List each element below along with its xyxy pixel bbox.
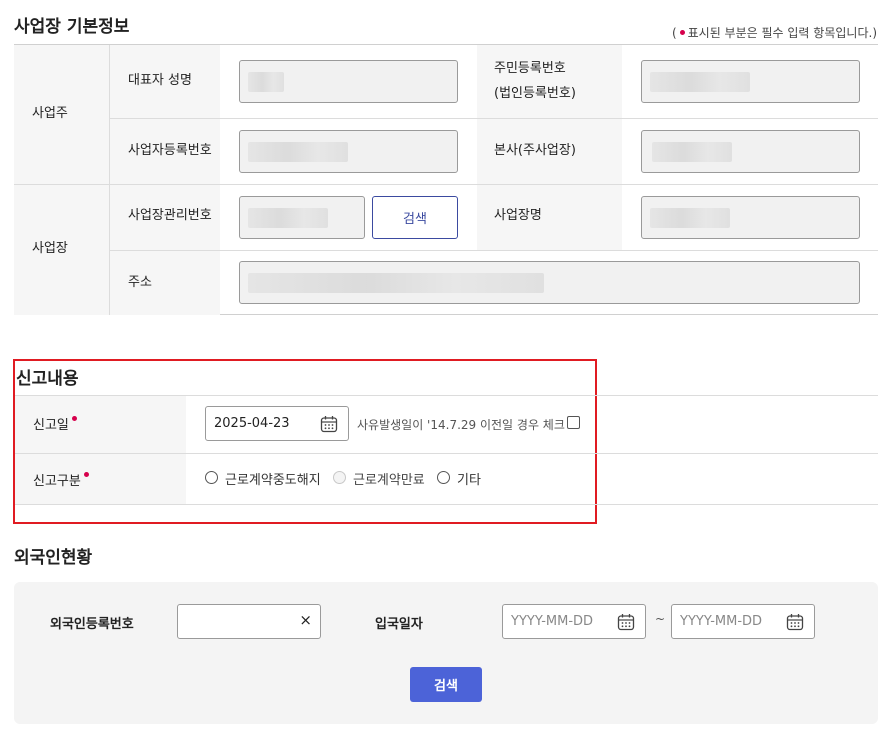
range-separator: ~ [655,612,666,626]
report-date-label: 신고일 [33,414,80,433]
report-type-label: 신고구분 [33,470,92,489]
date-hint: 사유발생일이 '14.7.29 이전일 경우 체크 [357,418,565,432]
rep-name-label: 대표자 성명 [128,73,192,88]
entry-date-to-input[interactable]: YYYY-MM-DD [671,604,815,639]
biz-reg-no-field[interactable] [239,130,458,173]
foreign-title: 외국인현황 [14,548,93,568]
hq-field[interactable] [641,130,860,173]
corp-reg-no-label: (법인등록번호) [494,86,576,101]
entry-date-label: 입국일자 [375,617,423,632]
basic-info-table: 사업주 사업장 대표자 성명 주민등록번호 (법인등록번호) 사업자등록번호 본… [14,44,878,315]
radio-other[interactable] [437,471,450,484]
required-dot-icon [83,472,89,477]
radio-early-termination-label[interactable]: 근로계약중도해지 [225,469,321,488]
foreign-search-button[interactable]: 검색 [410,667,482,702]
calendar-icon[interactable] [617,613,635,631]
foreign-search-panel: 외국인등록번호 × 입국일자 YYYY-MM-DD ~ YYYY-MM-DD 검… [14,582,878,724]
resident-no-label: 주민등록번호 [494,61,566,76]
radio-other-label[interactable]: 기타 [457,469,481,488]
required-dot-icon [679,30,685,35]
radio-contract-expiry-label[interactable]: 근로계약만료 [353,469,425,488]
calendar-icon[interactable] [786,613,804,631]
entry-date-from-input[interactable]: YYYY-MM-DD [502,604,646,639]
required-note: (표시된 부분은 필수 입력 항목입니다.) [671,26,877,40]
group-label-column [14,45,109,315]
foreign-reg-no-label: 외국인등록번호 [50,617,134,632]
site-mgmt-no-label: 사업장관리번호 [128,208,212,223]
calendar-icon[interactable] [320,415,338,433]
required-dot-icon [71,416,77,421]
address-field[interactable] [239,261,860,304]
site-mgmt-no-field[interactable] [239,196,365,239]
hq-label: 본사(주사업장) [494,143,576,158]
address-label: 주소 [128,275,152,290]
foreign-reg-no-input[interactable]: × [177,604,321,639]
basic-info-title: 사업장 기본정보 [14,17,130,37]
site-name-label: 사업장명 [494,208,542,223]
rep-name-field[interactable] [239,60,458,103]
site-search-button[interactable]: 검색 [372,196,458,239]
resident-no-field[interactable] [641,60,860,103]
radio-early-termination[interactable] [205,471,218,484]
before-date-checkbox[interactable] [567,416,580,429]
biz-reg-no-label: 사업자등록번호 [128,143,212,158]
clear-icon[interactable]: × [299,611,312,629]
owner-group-label: 사업주 [32,106,68,121]
report-date-input[interactable]: 2025-04-23 [205,406,349,441]
radio-contract-expiry[interactable] [333,471,346,484]
site-group-label: 사업장 [32,241,68,256]
site-name-field[interactable] [641,196,860,239]
report-title: 신고내용 [16,369,79,389]
